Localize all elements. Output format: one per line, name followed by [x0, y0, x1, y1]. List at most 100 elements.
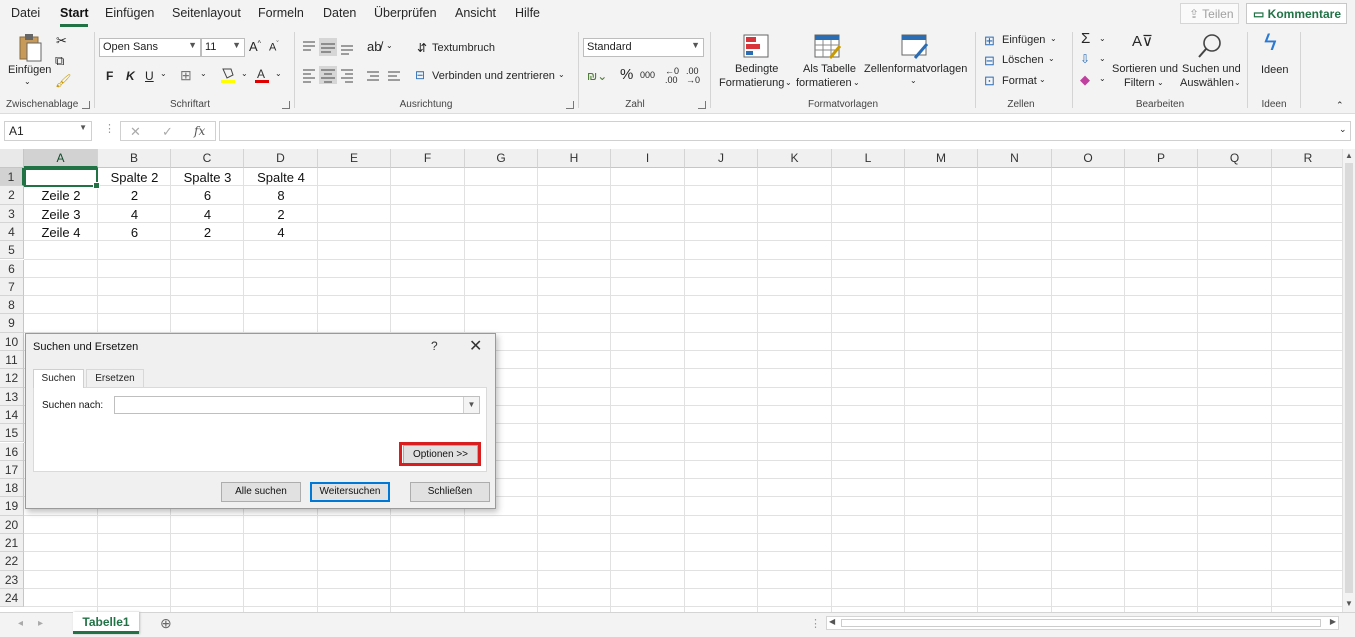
number-format-select[interactable]: Standard ▼	[583, 38, 704, 57]
cell-B3[interactable]: 4	[98, 205, 171, 223]
chevron-down-icon[interactable]: ⌄	[241, 69, 248, 78]
chevron-down-icon[interactable]: ⌄	[1234, 78, 1241, 87]
close-button[interactable]: Schließen	[410, 482, 490, 502]
chevron-down-icon[interactable]: ⌄	[1099, 34, 1106, 43]
chevron-down-icon[interactable]: ⌄	[386, 41, 393, 50]
merge-center-icon[interactable]: ⊟	[415, 68, 425, 82]
font-launcher-icon[interactable]	[282, 101, 290, 109]
scroll-right-icon[interactable]: ▶	[1330, 617, 1336, 626]
cell-C4[interactable]: 2	[171, 223, 244, 241]
column-header-I[interactable]: I	[611, 149, 685, 168]
autosum-icon[interactable]: Σ	[1081, 30, 1090, 47]
column-header-A[interactable]: A	[24, 149, 98, 168]
vertical-scroll-thumb[interactable]	[1345, 163, 1353, 593]
column-header-R[interactable]: R	[1272, 149, 1342, 168]
formula-bar-grip-icon[interactable]: ⋮	[104, 122, 115, 135]
cell-D4[interactable]: 4	[244, 223, 318, 241]
format-cells-button[interactable]: Format	[1002, 75, 1037, 87]
share-button[interactable]: ⇪ Teilen	[1180, 3, 1239, 24]
ideas-button[interactable]: Ideen	[1261, 64, 1289, 76]
add-sheet-icon[interactable]: ⊕	[160, 615, 172, 632]
active-cell-A1[interactable]	[24, 168, 100, 189]
row-header-3[interactable]: 3	[0, 204, 24, 223]
row-header-2[interactable]: 2	[0, 186, 24, 205]
borders-icon[interactable]: ⊞	[180, 67, 192, 84]
tab-splitter-icon[interactable]: ⋮	[810, 617, 821, 630]
accounting-format-icon[interactable]: ₪⌄	[587, 69, 607, 83]
chevron-down-icon[interactable]: ⌄	[785, 78, 792, 87]
name-box[interactable]: A1 ▼	[4, 121, 92, 141]
row-header-8[interactable]: 8	[0, 296, 24, 315]
chevron-down-icon[interactable]: ⌄	[275, 69, 282, 78]
chevron-down-icon[interactable]: ⌄	[853, 78, 860, 87]
menu-hilfe[interactable]: Hilfe	[515, 6, 540, 20]
column-header-L[interactable]: L	[832, 149, 905, 168]
confirm-icon[interactable]: ✓	[162, 124, 173, 140]
format-as-table-label-2[interactable]: formatieren	[796, 77, 852, 89]
column-header-B[interactable]: B	[98, 149, 171, 168]
horizontal-align-icons[interactable]	[300, 66, 400, 84]
wrap-text-button[interactable]: Textumbruch	[432, 42, 495, 54]
menu-formeln[interactable]: Formeln	[258, 6, 304, 20]
comments-button[interactable]: ▭ Kommentare	[1246, 3, 1347, 24]
horizontal-scroll-thumb[interactable]	[841, 619, 1321, 627]
merge-center-button[interactable]: Verbinden und zentrieren	[432, 70, 555, 82]
column-header-C[interactable]: C	[171, 149, 244, 168]
cell-C2[interactable]: 6	[171, 186, 244, 204]
column-header-O[interactable]: O	[1052, 149, 1125, 168]
cell-A2[interactable]: Zeile 2	[24, 186, 98, 204]
vertical-align-icons[interactable]	[300, 38, 356, 56]
cell-B2[interactable]: 2	[98, 186, 171, 204]
row-header-7[interactable]: 7	[0, 277, 24, 297]
chevron-down-icon[interactable]: ▼	[463, 397, 479, 413]
delete-cells-button[interactable]: Löschen	[1002, 54, 1044, 66]
cell-B1[interactable]: Spalte 2	[98, 168, 171, 186]
alignment-launcher-icon[interactable]	[566, 101, 574, 109]
cell-styles-label[interactable]: Zellenformatvorlagen	[864, 63, 967, 75]
row-header-15[interactable]: 15	[0, 424, 24, 443]
cell-D3[interactable]: 2	[244, 205, 318, 223]
formula-input[interactable]	[219, 121, 1351, 141]
font-size-select[interactable]: 11 ▼	[201, 38, 245, 57]
bold-button[interactable]: F	[106, 69, 113, 83]
row-header-4[interactable]: 4	[0, 222, 24, 242]
fill-icon[interactable]: ⇩	[1080, 52, 1090, 66]
column-header-M[interactable]: M	[905, 149, 978, 168]
cancel-icon[interactable]: ✕	[130, 124, 141, 140]
row-header-19[interactable]: 19	[0, 497, 24, 516]
cell-B4[interactable]: 6	[98, 223, 171, 241]
conditional-formatting-label-2[interactable]: Formatierung	[719, 77, 784, 89]
ideas-icon[interactable]: ϟ	[1264, 29, 1277, 57]
conditional-formatting-icon[interactable]	[743, 34, 769, 60]
column-header-D[interactable]: D	[244, 149, 318, 168]
insert-cells-icon[interactable]: ⊞	[984, 33, 995, 49]
chevron-down-icon[interactable]: ⌄	[1048, 54, 1055, 63]
orientation-icon[interactable]: ab̸	[367, 39, 381, 54]
menu-daten[interactable]: Daten	[323, 6, 356, 20]
chevron-down-icon[interactable]: ⌄	[1099, 54, 1106, 63]
row-header-16[interactable]: 16	[0, 442, 24, 461]
collapse-ribbon-icon[interactable]: ⌃	[1336, 100, 1344, 111]
column-header-E[interactable]: E	[318, 149, 391, 168]
sort-filter-label-1[interactable]: Sortieren und	[1112, 63, 1178, 75]
menu-einfuegen[interactable]: Einfügen	[105, 6, 154, 20]
find-select-label-2[interactable]: Auswählen	[1180, 77, 1234, 89]
row-header-14[interactable]: 14	[0, 405, 24, 425]
cell-D1[interactable]: Spalte 4	[244, 168, 318, 186]
format-as-table-icon[interactable]	[814, 34, 842, 60]
help-icon[interactable]: ?	[431, 339, 438, 353]
paste-label[interactable]: Einfügen	[8, 64, 51, 76]
scroll-up-icon[interactable]: ▲	[1345, 151, 1353, 160]
chevron-down-icon[interactable]: ⌄	[910, 76, 917, 85]
row-header-5[interactable]: 5	[0, 241, 24, 260]
row-header-18[interactable]: 18	[0, 479, 24, 498]
cut-icon[interactable]: ✂	[56, 33, 67, 49]
clipboard-launcher-icon[interactable]	[82, 101, 90, 109]
font-name-select[interactable]: Open Sans ▼	[99, 38, 201, 57]
increase-decimal-icon[interactable]: ←0.00	[665, 67, 679, 85]
cell-A3[interactable]: Zeile 3	[24, 205, 98, 223]
row-header-24[interactable]: 24	[0, 588, 24, 608]
row-header-22[interactable]: 22	[0, 552, 24, 571]
format-painter-icon[interactable]: 🖌	[55, 73, 72, 89]
format-as-table-label-1[interactable]: Als Tabelle	[803, 63, 856, 75]
